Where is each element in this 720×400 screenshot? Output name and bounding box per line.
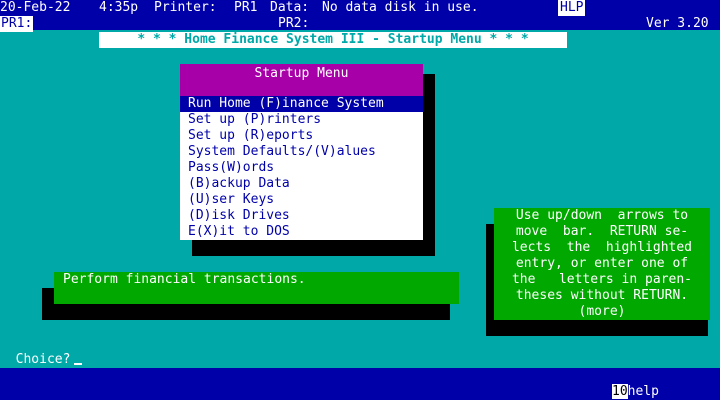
pr2-label: PR2: [278,16,310,31]
menu-item-disk-drives[interactable]: (D)isk Drives [180,208,423,224]
menu-item-user-keys[interactable]: (U)ser Keys [180,192,423,208]
help-line: Use up/down arrows to [515,208,689,223]
menu-item-backup[interactable]: (B)ackup Data [180,176,423,192]
data-value: No data disk in use. [322,0,479,15]
description-box: Perform financial transactions. [54,272,459,304]
menu-item-printers[interactable]: Set up (P)rinters [180,112,423,128]
menu-item-reports[interactable]: Set up (R)eports [180,128,423,144]
startup-menu: Startup Menu Run Home (F)inance System S… [180,64,423,240]
printer-value: PR1 [234,0,258,15]
choice-label: Choice? [15,352,71,367]
help-line: theses without RETURN. [515,288,689,303]
menu-title: Startup Menu [180,64,423,96]
help-line: lects the highlighted [511,240,692,255]
function-key-bar: 10help [0,368,720,400]
status-bar: 20-Feb-22 4:35p Printer: PR1 Data: No da… [0,0,720,16]
help-more-link[interactable]: (more) [500,304,704,320]
status-date: 20-Feb-22 [0,0,71,15]
f10-help-key[interactable]: 10help [612,384,659,400]
help-line: the letters in paren- [511,272,692,287]
help-line: move bar. RETURN se- [515,224,689,239]
choice-prompt[interactable]: Choice? [0,336,83,368]
menu-item-passwords[interactable]: Pass(W)ords [180,160,423,176]
help-box: Use up/down arrows to move bar. RETURN s… [494,208,710,320]
pr1-label: PR1: [0,16,34,32]
fkey-number: 10 [612,384,628,399]
page-title: * * * Home Finance System III - Startup … [99,32,567,48]
menu-item-defaults[interactable]: System Defaults/(V)alues [180,144,423,160]
fkey-label: help [627,384,659,399]
help-line: entry, or enter one of [515,256,689,271]
menu-item-exit[interactable]: E(X)it to DOS [180,224,423,240]
printer-bar: PR1: PR2: Ver 3.20 [0,16,720,32]
data-label: Data: [270,0,310,15]
menu-item-finance[interactable]: Run Home (F)inance System [180,96,423,112]
text-cursor [74,363,83,365]
help-key-button[interactable]: HLP [558,0,586,16]
printer-label: Printer: [154,0,217,15]
description-text: Perform financial transactions. [63,272,306,287]
version-label: Ver 3.20 [646,16,709,31]
status-time: 4:35p [99,0,139,15]
menu-list: Run Home (F)inance System Set up (P)rint… [180,96,423,240]
